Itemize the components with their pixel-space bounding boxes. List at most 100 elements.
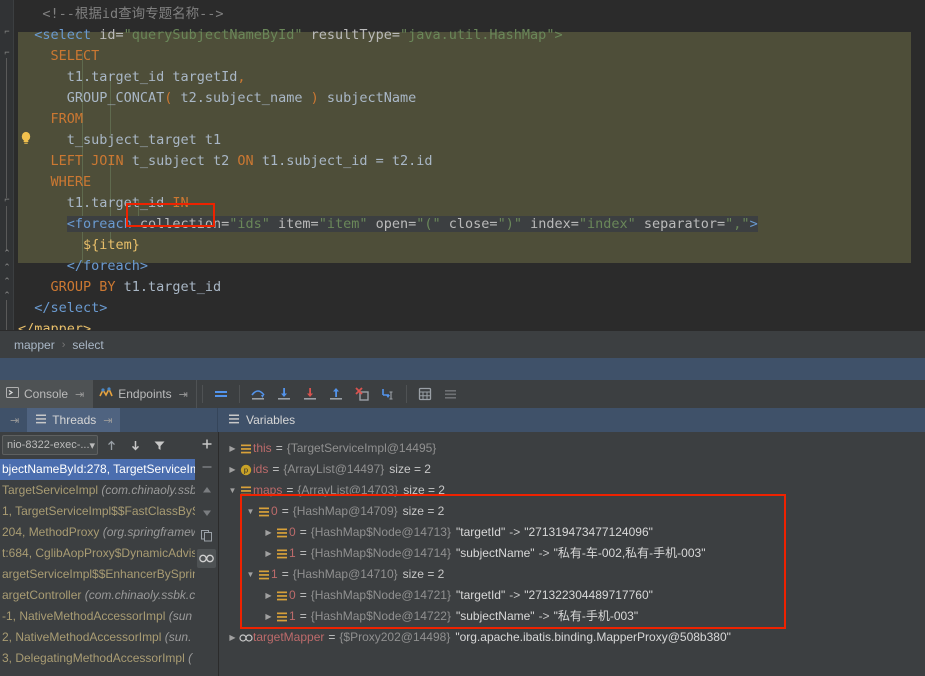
step-out-icon[interactable] <box>323 381 349 407</box>
code-line[interactable]: </foreach> <box>67 256 148 277</box>
expand-collapse-icon-closed[interactable]: ▶ <box>263 606 274 627</box>
code-line[interactable]: <!--根据id查询专题名称--> <box>42 4 223 25</box>
force-step-into-icon[interactable] <box>297 381 323 407</box>
arrow-down-icon[interactable] <box>124 434 146 456</box>
breadcrumb-item-mapper[interactable]: mapper <box>14 338 55 352</box>
breadcrumb[interactable]: mapper › select <box>0 330 925 358</box>
variable-row[interactable]: ▼ maps = {ArrayList@14703} size = 2 <box>219 480 925 501</box>
tab-threads[interactable]: Threads ⇥ <box>27 408 121 432</box>
variable-row[interactable]: ▶ this = {TargetServiceImpl@14495} <box>219 438 925 459</box>
expand-collapse-icon-open[interactable]: ▼ <box>227 480 238 501</box>
tab-variables[interactable]: Variables <box>218 408 925 432</box>
frame-row[interactable]: 3, DelegatingMethodAccessorImpl ( <box>0 648 218 669</box>
frame-row[interactable]: -1, NativeMethodAccessorImpl (sun <box>0 606 218 627</box>
frames-panel[interactable]: nio-8322-exec-... ▾ bjectNameById:278, T… <box>0 432 218 676</box>
code-token: subjectName <box>318 90 417 106</box>
frame-row[interactable]: t:684, CglibAopProxy$DynamicAdvis <box>0 543 218 564</box>
calculator-icon[interactable] <box>412 381 438 407</box>
execution-point-icon[interactable] <box>208 381 234 407</box>
plus-icon[interactable] <box>197 434 216 453</box>
code-line[interactable]: GROUP BY t1.target_id <box>50 277 221 298</box>
code-line[interactable]: </select> <box>34 298 107 319</box>
debugger-subtab-bar[interactable]: ⇥ Threads ⇥ Variables <box>0 408 925 432</box>
frame-row[interactable]: argetController (com.chinaoly.ssbk.c <box>0 585 218 606</box>
variable-row[interactable]: ▶ p ids = {ArrayList@14497} size = 2 <box>219 459 925 480</box>
threads-pin-left-icon[interactable]: ⇥ <box>0 408 27 432</box>
object-icon <box>256 569 271 581</box>
variable-row[interactable]: ▼ 0 = {HashMap@14709} size = 2 <box>219 501 925 522</box>
drop-frame-icon[interactable] <box>349 381 375 407</box>
expand-collapse-icon-closed[interactable]: ▶ <box>227 459 238 480</box>
triangle-up-icon[interactable] <box>197 480 216 499</box>
arrow-up-icon[interactable] <box>100 434 122 456</box>
step-over-icon[interactable] <box>245 381 271 407</box>
code-line[interactable]: WHERE <box>50 172 91 193</box>
expand-collapse-icon-closed[interactable]: ▶ <box>263 543 274 564</box>
intention-bulb-icon[interactable] <box>18 130 34 146</box>
variable-row[interactable]: ▶ targetMapper = {$Proxy202@14498} "org.apac… <box>219 627 925 648</box>
code-line[interactable]: LEFT JOIN t_subject t2 ON t1.subject_id … <box>50 151 432 172</box>
code-line[interactable]: <select id="querySubjectNameById" result… <box>34 25 562 46</box>
variable-name: 0 <box>289 588 296 602</box>
variable-row[interactable]: ▼ 1 = {HashMap@14710} size = 2 <box>219 564 925 585</box>
endpoints-pin-icon[interactable]: ⇥ <box>179 388 188 401</box>
code-editor[interactable]: ⌐ ⌐ ⌐ ⌃ ⌃ ⌃ ⌃ <!--根据id查询专题名称--> <select i… <box>0 0 925 330</box>
frames-toolbar[interactable]: nio-8322-exec-... ▾ <box>0 432 218 458</box>
threads-pin-icon[interactable]: ⇥ <box>103 414 112 427</box>
debug-toolbar[interactable]: Console ⇥ Endpoints ⇥ <box>0 380 925 408</box>
fold-marker-select-open[interactable]: ⌐ <box>2 26 12 36</box>
fold-marker-c[interactable]: ⌃ <box>2 276 12 286</box>
expand-collapse-icon-open[interactable]: ▼ <box>245 564 256 585</box>
variables-tree[interactable]: ▶ this = {TargetServiceImpl@14495} ▶ p ids = {Ar… <box>219 432 925 648</box>
fold-marker-b[interactable]: ⌃ <box>2 262 12 272</box>
expand-collapse-icon-open[interactable]: ▼ <box>245 501 256 522</box>
expand-collapse-icon-closed[interactable]: ▶ <box>227 627 238 648</box>
code-line[interactable]: ${item} <box>83 235 140 256</box>
frame-row[interactable]: bjectNameById:278, TargetServiceIm <box>0 459 218 480</box>
thread-selector[interactable]: nio-8322-exec-... ▾ <box>2 435 98 455</box>
expand-collapse-icon-closed[interactable]: ▶ <box>227 438 238 459</box>
expand-collapse-icon-closed[interactable]: ▶ <box>263 522 274 543</box>
code-line[interactable]: t_subject_target t1 <box>67 130 221 151</box>
fold-marker-d[interactable]: ⌃ <box>2 290 12 300</box>
expand-collapse-icon-closed[interactable]: ▶ <box>263 585 274 606</box>
watches-rail[interactable] <box>195 432 218 676</box>
minus-icon[interactable] <box>197 457 216 476</box>
fold-marker-a[interactable]: ⌃ <box>2 248 12 258</box>
step-into-icon[interactable] <box>271 381 297 407</box>
frame-row[interactable]: 2, NativeMethodAccessorImpl (sun. <box>0 627 218 648</box>
console-pin-icon[interactable]: ⇥ <box>75 388 84 401</box>
tab-endpoints[interactable]: Endpoints ⇥ <box>93 380 197 408</box>
variable-row[interactable]: ▶ 1 = {HashMap$Node@14722} "subjectName" -> "私… <box>219 606 925 627</box>
frame-row[interactable]: TargetServiceImpl (com.chinaoly.ssb <box>0 480 218 501</box>
code-line[interactable]: t1.target_id IN <box>67 193 189 214</box>
copy-icon[interactable] <box>197 526 216 545</box>
breadcrumb-item-select[interactable]: select <box>72 338 103 352</box>
fold-marker-foreach[interactable]: ⌐ <box>2 194 12 204</box>
chevron-down-icon[interactable]: ▾ <box>90 439 96 452</box>
settings-lines-icon[interactable] <box>438 381 464 407</box>
variable-row[interactable]: ▶ 0 = {HashMap$Node@14713} "targetId" -> "2713… <box>219 522 925 543</box>
variables-panel[interactable]: ▶ this = {TargetServiceImpl@14495} ▶ p ids = {Ar… <box>219 432 925 676</box>
filter-icon[interactable] <box>148 434 170 456</box>
tab-console[interactable]: Console ⇥ <box>0 380 94 408</box>
triangle-down-icon[interactable] <box>197 503 216 522</box>
code-line[interactable]: <foreach collection="ids" item="item" op… <box>66 214 758 235</box>
code-text[interactable]: <!--根据id查询专题名称--> <select id="querySubjec… <box>14 0 925 330</box>
frames-list[interactable]: bjectNameById:278, TargetServiceIm Target… <box>0 459 218 676</box>
variable-name: 1 <box>271 567 278 581</box>
variable-row[interactable]: ▶ 0 = {HashMap$Node@14721} "targetId" -> "2713… <box>219 585 925 606</box>
editor-gutter[interactable]: ⌐ ⌐ ⌐ ⌃ ⌃ ⌃ ⌃ <box>0 0 14 330</box>
code-line[interactable]: SELECT <box>50 46 99 67</box>
run-to-cursor-icon[interactable] <box>375 381 401 407</box>
variable-row[interactable]: ▶ 1 = {HashMap$Node@14714} "subjectName" -> "私… <box>219 543 925 564</box>
frame-row[interactable]: 204, MethodProxy (org.springframew <box>0 522 218 543</box>
frame-row[interactable]: 1, TargetServiceImpl$$FastClassBySp <box>0 501 218 522</box>
code-line[interactable]: GROUP_CONCAT( t2.subject_name ) subjectN… <box>67 88 417 109</box>
frame-row[interactable]: argetServiceImpl$$EnhancerBySprin <box>0 564 218 585</box>
glasses-icon[interactable] <box>197 549 216 568</box>
code-line[interactable]: FROM <box>50 109 83 130</box>
code-line[interactable]: </mapper> <box>18 319 91 330</box>
code-line[interactable]: t1.target_id targetId, <box>67 67 246 88</box>
fold-marker-sql-open[interactable]: ⌐ <box>2 47 12 57</box>
